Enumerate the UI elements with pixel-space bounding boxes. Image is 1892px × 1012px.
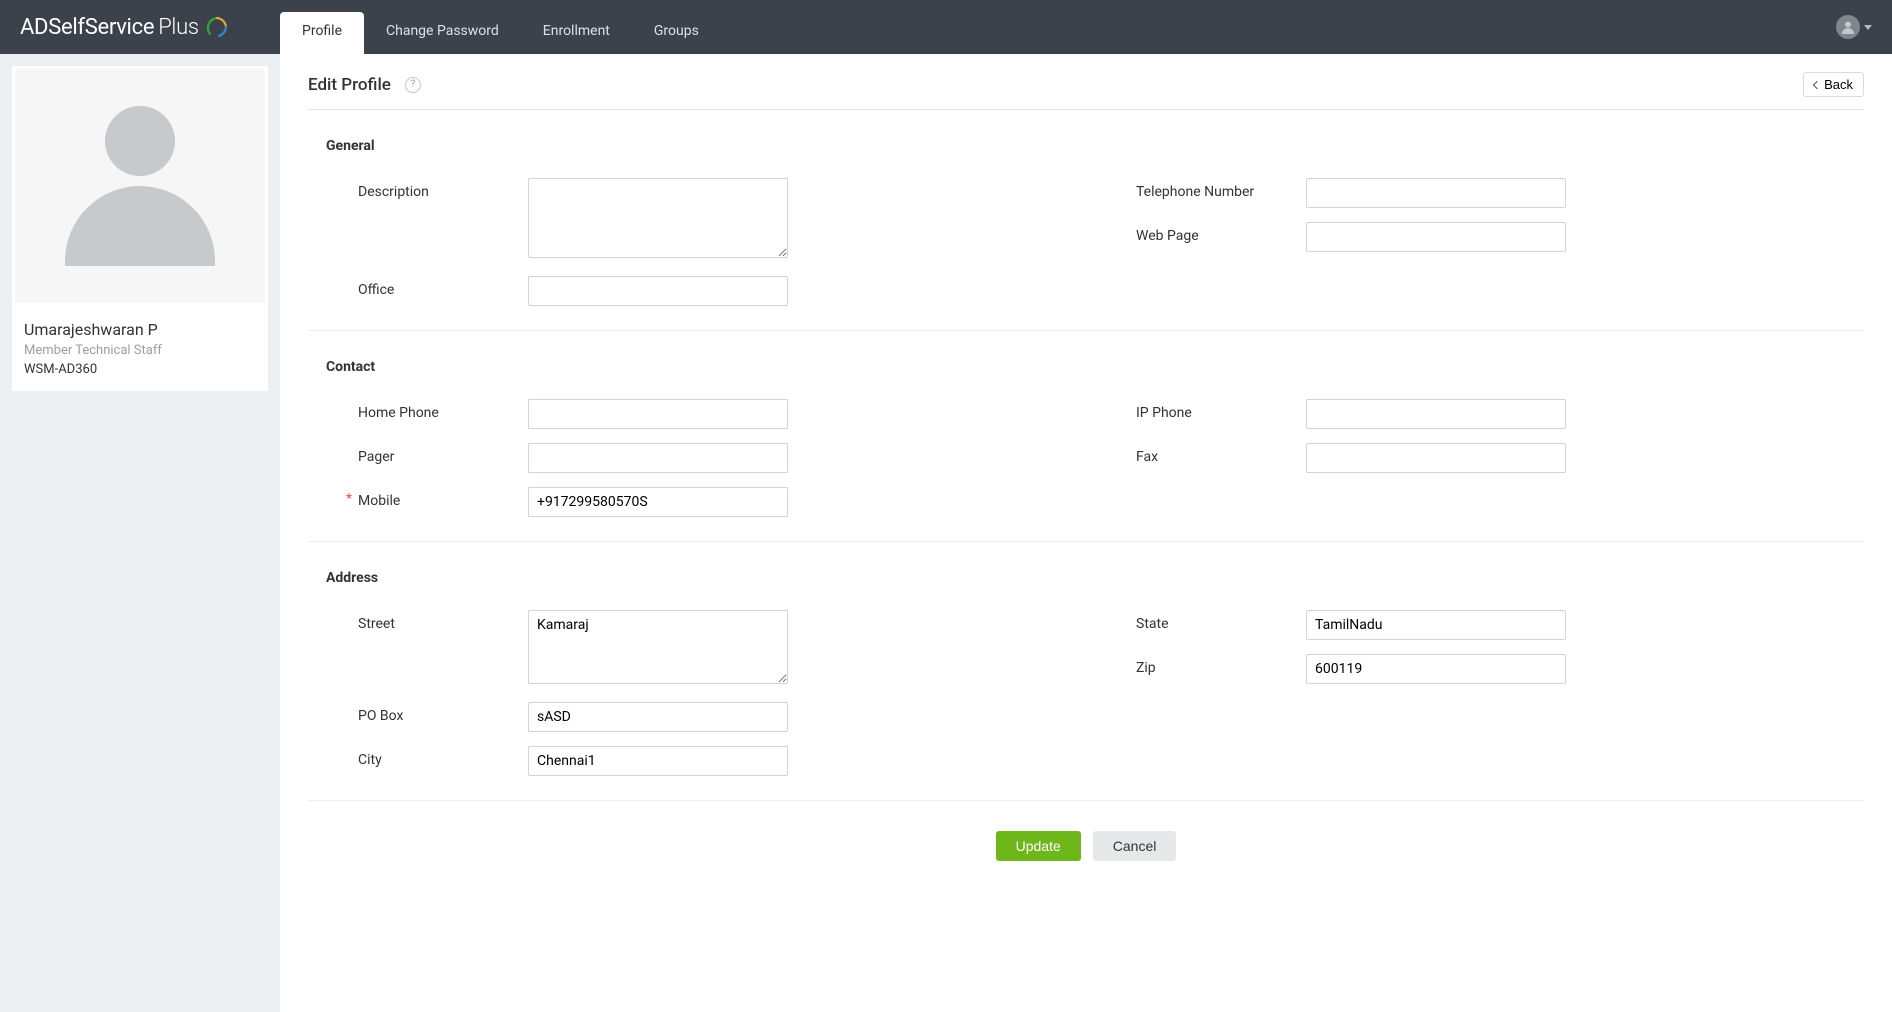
avatar-body-icon [65,186,215,266]
avatar-head-icon [105,106,175,176]
top-header: ADSelfService Plus Profile Change Passwo… [0,0,1892,54]
app-logo: ADSelfService Plus [0,0,280,54]
user-avatar-icon [1836,15,1860,39]
section-contact: Contact Home Phone Pager * Mobile [308,341,1864,542]
street-input[interactable]: Kamaraj [528,610,788,684]
profile-org: WSM-AD360 [24,362,256,377]
profile-card: Umarajeshwaran P Member Technical Staff … [12,66,268,391]
telephone-label: Telephone Number [1086,178,1306,200]
required-asterisk-icon: * [346,491,352,507]
office-label: Office [308,276,528,298]
sidebar: Umarajeshwaran P Member Technical Staff … [0,54,280,1012]
zip-label: Zip [1086,654,1306,676]
profile-role: Member Technical Staff [24,343,256,358]
fax-input[interactable] [1306,443,1566,473]
tab-change-password[interactable]: Change Password [364,12,521,54]
profile-name: Umarajeshwaran P [24,320,256,339]
webpage-label: Web Page [1086,222,1306,244]
mobile-input[interactable] [528,487,788,517]
ipphone-input[interactable] [1306,399,1566,429]
back-button-label: Back [1824,77,1853,92]
tab-profile[interactable]: Profile [280,12,364,54]
logo-plus: Plus [158,15,199,40]
description-input[interactable] [528,178,788,258]
fax-label: Fax [1086,443,1306,465]
telephone-input[interactable] [1306,178,1566,208]
city-label: City [308,746,528,768]
page-title: Edit Profile [308,75,391,95]
logo-swirl-icon [204,14,230,40]
mobile-label: * Mobile [308,487,528,509]
section-address: Address Street Kamaraj PO Box City [308,552,1864,801]
ipphone-label: IP Phone [1086,399,1306,421]
section-general: General Description Office Telephone Num… [308,120,1864,331]
user-menu[interactable] [1836,15,1892,39]
office-input[interactable] [528,276,788,306]
webpage-input[interactable] [1306,222,1566,252]
tab-enrollment[interactable]: Enrollment [521,12,632,54]
homephone-input[interactable] [528,399,788,429]
body-container: Umarajeshwaran P Member Technical Staff … [0,54,1892,1012]
back-button[interactable]: Back [1803,72,1864,97]
main-content: Edit Profile ? Back General Description … [280,54,1892,1012]
cancel-button[interactable]: Cancel [1093,831,1177,861]
section-contact-title: Contact [308,341,1864,399]
mobile-label-text: Mobile [358,493,400,509]
help-icon[interactable]: ? [405,77,421,93]
pager-label: Pager [308,443,528,465]
pobox-input[interactable] [528,702,788,732]
pobox-label: PO Box [308,702,528,724]
avatar-placeholder [12,66,268,306]
street-label: Street [308,610,528,632]
form-actions: Update Cancel [308,811,1864,881]
zip-input[interactable] [1306,654,1566,684]
description-label: Description [308,178,528,200]
tab-groups[interactable]: Groups [632,12,721,54]
pager-input[interactable] [528,443,788,473]
logo-text: ADSelfService [20,15,154,40]
homephone-label: Home Phone [308,399,528,421]
city-input[interactable] [528,746,788,776]
page-header: Edit Profile ? Back [308,72,1864,110]
section-general-title: General [308,120,1864,178]
top-tabs: Profile Change Password Enrollment Group… [280,12,721,54]
state-label: State [1086,610,1306,632]
update-button[interactable]: Update [996,831,1081,861]
chevron-left-icon [1813,80,1821,88]
section-address-title: Address [308,552,1864,610]
state-input[interactable] [1306,610,1566,640]
chevron-down-icon [1864,25,1872,30]
